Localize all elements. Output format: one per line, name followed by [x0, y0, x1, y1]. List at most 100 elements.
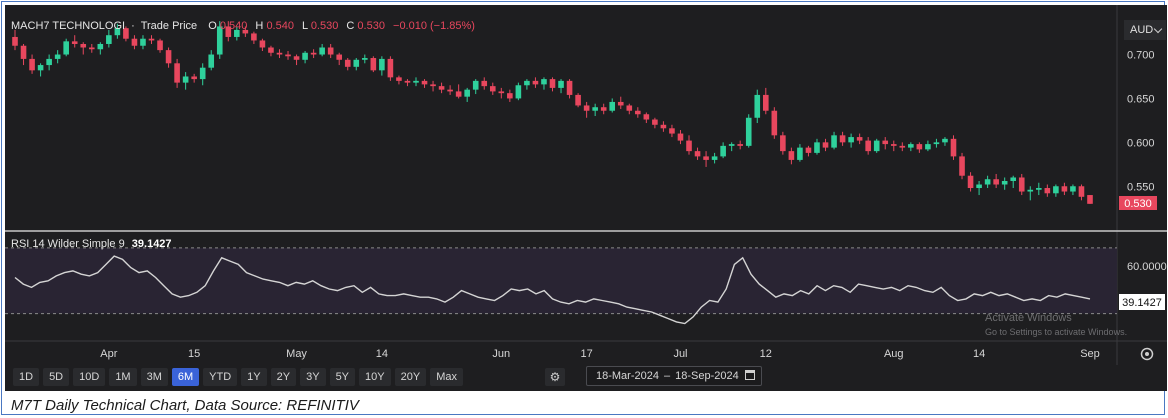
- candle: [822, 138, 829, 152]
- candle-body: [737, 144, 743, 146]
- candle: [1044, 184, 1051, 197]
- candle: [464, 87, 470, 102]
- timeframe-20y-button[interactable]: 20Y: [394, 368, 427, 386]
- candle-body: [1044, 188, 1051, 194]
- candle-body: [865, 140, 871, 152]
- candle: [97, 42, 104, 55]
- candle: [728, 142, 735, 152]
- candle-body: [1027, 189, 1034, 192]
- instrument-name: MACH7 TECHNOLOGI: [11, 20, 125, 32]
- candle-body: [805, 147, 812, 153]
- candle: [839, 131, 846, 146]
- timeframe-3m-button[interactable]: 3M: [140, 368, 168, 386]
- date-range-picker[interactable]: 18-Mar-2024 – 18-Sep-2024: [586, 366, 762, 386]
- candle: [1010, 175, 1017, 189]
- chevron-down-icon: [1153, 24, 1163, 34]
- candle: [1027, 186, 1034, 201]
- time-tick-label: May: [286, 348, 307, 360]
- candle: [447, 85, 453, 95]
- candle: [1070, 184, 1076, 196]
- candle-body: [839, 135, 846, 143]
- timeframe-5y-button[interactable]: 5Y: [329, 368, 356, 386]
- candle-body: [276, 52, 283, 55]
- candle: [71, 35, 78, 48]
- timeframe-5d-button[interactable]: 5D: [43, 368, 70, 386]
- candle: [626, 103, 633, 115]
- candle-body: [396, 77, 402, 81]
- candle: [259, 38, 266, 52]
- timeframe-max-button[interactable]: Max: [430, 368, 463, 386]
- candle-body: [532, 80, 539, 85]
- gear-icon[interactable]: ⚙: [545, 368, 565, 386]
- rsi-header-value: 39.1427: [132, 238, 172, 250]
- candle: [106, 29, 112, 48]
- candle-body: [549, 79, 556, 88]
- candle: [703, 151, 709, 167]
- candle-body: [592, 107, 598, 111]
- candle: [191, 73, 197, 83]
- candle: [694, 147, 701, 160]
- candle-body: [148, 38, 155, 41]
- candle-body: [404, 80, 411, 83]
- candle-body: [157, 40, 163, 51]
- timeframe-1y-button[interactable]: 1Y: [241, 368, 267, 386]
- candle-body: [754, 94, 761, 118]
- candle-body: [541, 79, 547, 85]
- candle: [344, 58, 351, 71]
- high-value: 0.540: [266, 20, 294, 32]
- candle: [575, 93, 581, 108]
- candle: [754, 89, 761, 124]
- gear-icon[interactable]: [1140, 347, 1154, 361]
- candle: [54, 50, 61, 64]
- candle: [12, 29, 18, 51]
- candle-body: [455, 91, 462, 97]
- timeframe-toolbar: 1D 5D 10D 1M 3M 6M YTD 1Y 2Y 3Y 5Y 10Y 20Y Max: [13, 368, 463, 388]
- candle: [908, 142, 914, 152]
- candle-body: [745, 117, 752, 146]
- open-label: O: [208, 20, 217, 32]
- timeframe-10d-button[interactable]: 10D: [73, 368, 106, 386]
- watermark-subtitle: Go to Settings to activate Windows.: [985, 327, 1128, 337]
- timeframe-10y-button[interactable]: 10Y: [359, 368, 391, 386]
- candle: [848, 133, 854, 148]
- time-tick-label: 17: [581, 348, 593, 360]
- candle: [745, 114, 752, 148]
- candle: [967, 172, 974, 192]
- candle-body: [993, 179, 999, 185]
- candle-body: [140, 38, 146, 46]
- candle: [566, 79, 573, 99]
- timeframe-3y-button[interactable]: 3Y: [300, 368, 326, 386]
- candle-body: [88, 47, 95, 50]
- candle-body: [780, 135, 786, 152]
- candle-body: [711, 156, 718, 160]
- candle-body: [165, 50, 172, 64]
- change-value: −0.010 (−1.85%): [393, 20, 475, 32]
- timeframe-1d-button[interactable]: 1D: [13, 368, 40, 386]
- candle: [293, 54, 300, 66]
- candle-body: [106, 35, 112, 44]
- rsi-level-tag: 60.0000: [1127, 261, 1167, 273]
- candle: [1087, 195, 1093, 204]
- timeframe-ytd-button[interactable]: YTD: [203, 368, 238, 386]
- rsi-band: [5, 247, 1117, 314]
- activate-windows-watermark: Activate Windows Go to Settings to activ…: [985, 311, 1127, 339]
- candle: [942, 137, 948, 146]
- date-range-separator: –: [663, 370, 671, 382]
- timeframe-2y-button[interactable]: 2Y: [270, 368, 297, 386]
- candle-body: [669, 128, 675, 134]
- candle-body: [788, 151, 795, 160]
- candle: [413, 77, 419, 87]
- candle: [950, 135, 957, 160]
- price-type-label: Trade Price: [141, 20, 197, 32]
- timeframe-1m-button[interactable]: 1M: [109, 368, 137, 386]
- last-price-tag: 0.530: [1124, 198, 1152, 210]
- candle: [387, 56, 394, 81]
- price-tick-label: 0.550: [1127, 181, 1155, 193]
- timeframe-6m-button[interactable]: 6M: [171, 368, 200, 386]
- currency-dropdown[interactable]: AUD: [1124, 20, 1166, 40]
- candle-body: [609, 101, 616, 111]
- candle: [20, 43, 27, 66]
- candle: [635, 107, 641, 118]
- low-value: 0.530: [311, 20, 339, 32]
- low-label: L: [302, 20, 308, 32]
